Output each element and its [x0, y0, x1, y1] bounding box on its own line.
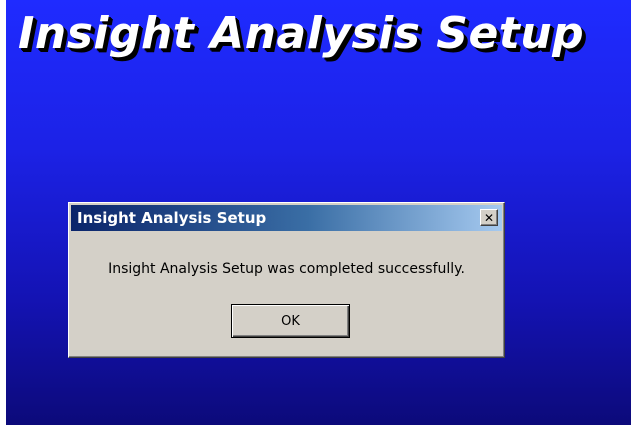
close-button[interactable]: ✕ — [480, 209, 498, 226]
ok-button-label: OK — [281, 313, 300, 329]
dialog-titlebar[interactable]: Insight Analysis Setup ✕ — [71, 205, 502, 231]
close-icon: ✕ — [483, 210, 495, 225]
ok-button[interactable]: OK — [231, 304, 350, 338]
completion-dialog: Insight Analysis Setup ✕ Insight Analysi… — [68, 202, 505, 358]
completion-message: Insight Analysis Setup was completed suc… — [108, 261, 465, 277]
installer-banner-title: Insight Analysis Setup — [18, 8, 585, 59]
dialog-title: Insight Analysis Setup — [77, 209, 267, 227]
